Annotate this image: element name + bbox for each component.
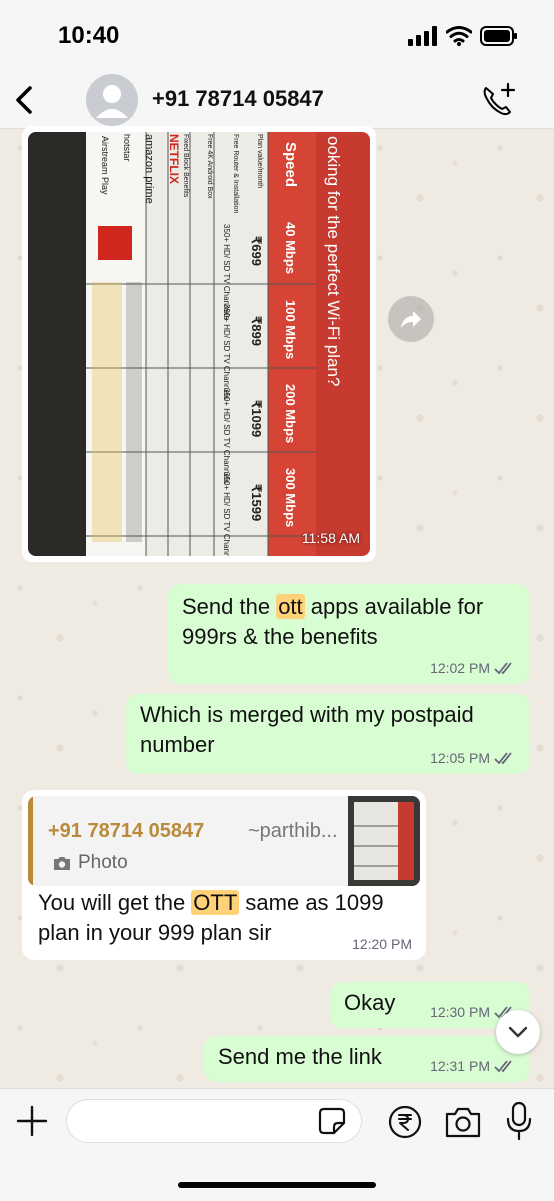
person-icon — [96, 85, 128, 118]
photo-row-2: Free Router & Installation — [232, 134, 239, 213]
sticker-icon[interactable] — [318, 1107, 346, 1135]
double-check-icon — [494, 752, 512, 765]
home-indicator — [178, 1182, 376, 1188]
quote-type-label: Photo — [78, 852, 128, 873]
status-time: 10:40 — [58, 22, 120, 49]
quote-accent-bar — [28, 796, 33, 886]
search-highlight: ott — [276, 594, 305, 619]
photo-speed-label: Speed — [282, 142, 299, 187]
photo-speed-1: 40 Mbps — [283, 222, 298, 274]
message-time: 12:05 PM — [430, 750, 490, 766]
photo-row-3: Free 4K Android Box — [206, 134, 213, 199]
message-time: 12:02 PM — [430, 660, 490, 676]
camera-icon[interactable] — [444, 1105, 482, 1139]
incoming-message[interactable]: +91 78714 05847 ~parthib... Photo You wi… — [22, 790, 426, 960]
scroll-to-bottom-button[interactable] — [496, 1010, 540, 1054]
avatar[interactable] — [86, 74, 138, 126]
outgoing-message[interactable]: Which is merged with my postpaid number … — [126, 694, 530, 774]
photo-speed-3: 200 Mbps — [283, 384, 298, 443]
message-meta: 12:05 PM — [430, 750, 516, 766]
add-call-icon[interactable] — [478, 80, 518, 120]
outgoing-message[interactable]: Send me the link 12:31 PM — [204, 1036, 530, 1082]
message-meta: 12:20 PM — [352, 936, 412, 952]
contact-name[interactable]: +91 78714 05847 — [152, 86, 324, 112]
photo-brand-hotstar: hotstar — [122, 134, 132, 162]
message-text-part: You will get the — [38, 890, 192, 915]
photo-brand-airstream: Airstream Play — [100, 136, 110, 195]
chevron-down-icon — [508, 1026, 528, 1038]
message-meta: 12:02 PM — [430, 660, 516, 676]
message-text-part: Send the — [182, 594, 277, 619]
message-input[interactable] — [81, 1100, 315, 1142]
forward-button[interactable] — [388, 296, 434, 342]
photo-speed-2: 100 Mbps — [283, 300, 298, 359]
forward-arrow-icon — [401, 311, 421, 328]
image-message-time: 11:58 AM — [301, 530, 360, 546]
quote-handle: ~parthib... — [248, 820, 338, 842]
message-time: 12:31 PM — [430, 1058, 490, 1074]
status-bar: 10:40 — [0, 0, 554, 72]
photo-heading-text: ooking for the perfect Wi-Fi plan? — [324, 136, 343, 386]
quoted-message[interactable]: +91 78714 05847 ~parthib... Photo — [28, 796, 420, 886]
message-text: Send the ott apps available for 999rs & … — [182, 592, 516, 652]
image-message[interactable]: ooking for the perfect Wi-Fi plan? Speed… — [22, 126, 376, 562]
outgoing-message[interactable]: Send the ott apps available for 999rs & … — [168, 584, 530, 684]
photo-price-2: ₹899 — [249, 316, 264, 346]
photo-price-1: ₹699 — [249, 236, 264, 266]
wifi-icon — [446, 26, 472, 46]
photo-speed-4: 300 Mbps — [283, 468, 298, 527]
photo-price-4: ₹1599 — [249, 484, 264, 521]
photo-brand-prime: amazon prime — [143, 134, 155, 204]
quote-thumbnail-graphic — [348, 796, 420, 886]
back-chevron-icon[interactable] — [10, 82, 38, 118]
photo-row-4: Fixed Block Benefits — [182, 134, 189, 198]
photo-channels-4: 350+ HD/ SD TV Channels — [222, 472, 231, 556]
quote-type: Photo — [52, 848, 128, 878]
photo-channels-3: 350+ HD/ SD TV Channels — [222, 388, 231, 484]
plan-photo[interactable]: ooking for the perfect Wi-Fi plan? Speed… — [28, 132, 370, 556]
message-text: You will get the OTT same as 1099 plan i… — [38, 888, 398, 948]
cellular-signal-icon — [408, 26, 437, 46]
plus-icon[interactable] — [16, 1105, 48, 1137]
message-meta: 12:31 PM — [430, 1058, 516, 1074]
photo-price-3: ₹1099 — [249, 400, 264, 437]
chat-header: +91 78714 05847 — [0, 72, 554, 129]
photo-channels-2: 350+ HD/ SD TV Channels — [222, 304, 231, 400]
search-highlight: OTT — [191, 890, 240, 915]
double-check-icon — [494, 662, 512, 675]
message-time: 12:30 PM — [430, 1004, 490, 1020]
plan-photo-graphic: ooking for the perfect Wi-Fi plan? Speed… — [28, 132, 370, 556]
camera-small-icon — [54, 857, 70, 870]
photo-row-1: Plan value/month — [256, 134, 263, 188]
status-icons — [408, 26, 518, 46]
quote-thumbnail — [348, 796, 420, 886]
microphone-icon[interactable] — [506, 1101, 532, 1141]
quote-sender: +91 78714 05847 — [48, 820, 205, 842]
double-check-icon — [494, 1060, 512, 1073]
photo-brand-netflix: NETFLIX — [167, 134, 181, 184]
battery-icon — [480, 26, 517, 46]
message-time: 12:20 PM — [352, 936, 412, 952]
rupee-payment-icon[interactable] — [388, 1105, 422, 1139]
